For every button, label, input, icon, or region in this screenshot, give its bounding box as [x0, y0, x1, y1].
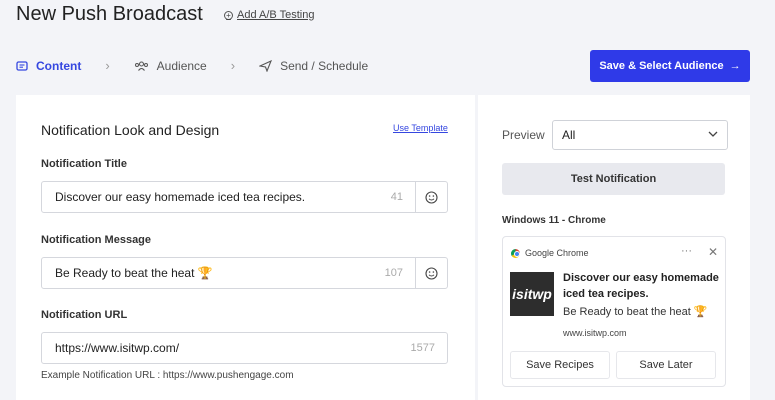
url-input[interactable]: https://www.isitwp.com/	[42, 341, 411, 355]
content-icon	[16, 60, 28, 71]
site-logo: isitwp	[510, 272, 554, 316]
title-field[interactable]: Discover our easy homemade iced tea reci…	[41, 181, 448, 213]
chevron-right-icon: ›	[230, 58, 236, 73]
test-notification-button[interactable]: Test Notification	[502, 163, 725, 195]
step-send-schedule[interactable]: Send / Schedule	[259, 59, 368, 73]
title-input[interactable]: Discover our easy homemade iced tea reci…	[42, 190, 391, 204]
smiley-icon	[425, 190, 438, 204]
title-label: Notification Title	[41, 158, 127, 170]
add-ab-testing-label: Add A/B Testing	[237, 9, 315, 21]
emoji-picker-button[interactable]	[415, 258, 447, 288]
message-char-count: 107	[384, 267, 403, 279]
preview-panel: Preview All Test Notification Windows 11…	[478, 95, 750, 400]
preview-label: Preview	[502, 128, 545, 142]
smiley-icon	[425, 266, 438, 280]
save-later-button[interactable]: Save Later	[616, 351, 716, 379]
send-icon	[259, 59, 273, 72]
step-nav: Content › Audience › Send / Schedule	[16, 58, 368, 73]
close-icon[interactable]: ✕	[708, 245, 718, 259]
arrow-right-icon: →	[729, 60, 741, 72]
save-select-audience-label: Save & Select Audience	[599, 60, 724, 72]
add-ab-testing-link[interactable]: + Add A/B Testing	[224, 9, 314, 21]
chevron-right-icon: ›	[105, 58, 110, 73]
page-title: New Push Broadcast	[16, 3, 203, 25]
plus-icon: +	[224, 10, 233, 20]
step-content-label: Content	[36, 58, 82, 73]
notification-url: www.isitwp.com	[563, 328, 627, 338]
step-content[interactable]: Content	[16, 59, 81, 73]
preview-select-value: All	[562, 128, 576, 142]
section-title: Notification Look and Design	[41, 122, 220, 138]
notification-title: Discover our easy homemade iced tea reci…	[563, 272, 719, 300]
notification-message: Be Ready to beat the heat 🏆	[563, 306, 708, 318]
chevron-down-icon	[708, 131, 718, 137]
url-field[interactable]: https://www.isitwp.com/ 1577	[41, 332, 448, 364]
emoji-picker-button[interactable]	[415, 182, 447, 212]
content-panel: Notification Look and Design Use Templat…	[16, 95, 475, 400]
url-example-text: Example Notification URL : https://www.p…	[41, 370, 294, 381]
save-select-audience-button[interactable]: Save & Select Audience →	[590, 50, 750, 82]
message-label: Notification Message	[41, 234, 152, 246]
users-icon	[134, 60, 148, 71]
browser-name: Google Chrome	[525, 248, 589, 258]
use-template-link[interactable]: Use Template	[393, 123, 448, 133]
chrome-icon	[511, 248, 520, 258]
platform-label: Windows 11 - Chrome	[502, 215, 606, 226]
step-audience[interactable]: Audience	[134, 59, 207, 73]
more-icon[interactable]: ···	[681, 245, 692, 257]
preview-select[interactable]: All	[552, 120, 728, 150]
title-char-count: 41	[390, 191, 403, 203]
message-input[interactable]: Be Ready to beat the heat 🏆	[42, 266, 385, 280]
save-recipes-button[interactable]: Save Recipes	[510, 351, 610, 379]
url-char-count: 1577	[410, 342, 435, 354]
notification-preview: Google Chrome ··· ✕ isitwp Discover our …	[502, 236, 726, 387]
step-audience-label: Audience	[156, 58, 207, 73]
url-label: Notification URL	[41, 309, 128, 321]
notification-header: Google Chrome	[511, 248, 589, 258]
message-field[interactable]: Be Ready to beat the heat 🏆 107	[41, 257, 448, 289]
step-send-schedule-label: Send / Schedule	[280, 58, 369, 73]
